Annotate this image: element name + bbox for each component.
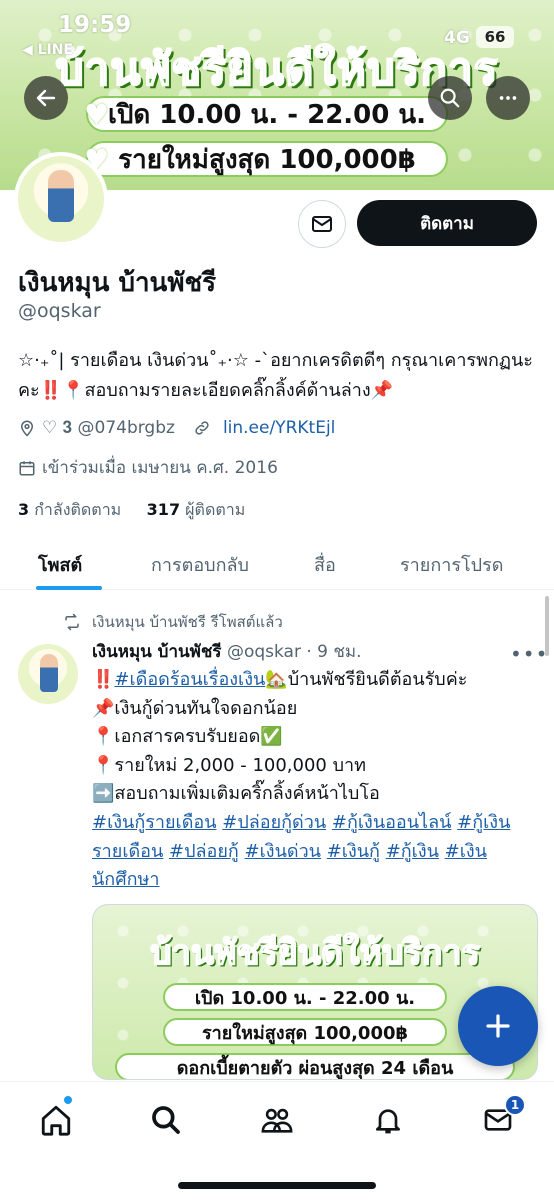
banner-max-amount-text: รายใหม่สูงสุด 100,000฿ (118, 144, 416, 175)
battery-indicator: 66 (476, 26, 514, 48)
banner-hours-text: เปิด 10.00 น. - 22.00 น. (107, 99, 427, 130)
post-line: 📍รายใหม่ 2,000 - 100,000 บาท (92, 752, 538, 781)
location-icon (20, 420, 34, 437)
post-image-max-amount: รายใหม่สูงสุด 100,000฿ (163, 1018, 447, 1046)
nav-search[interactable] (146, 1100, 186, 1140)
link-icon (195, 421, 209, 435)
repost-icon (65, 613, 79, 631)
bottom-nav: 1 (0, 1081, 554, 1200)
hashtag-link[interactable]: #ปล่อยกู้ (169, 841, 239, 862)
follow-button[interactable]: ติดตาม (357, 200, 537, 246)
search-button[interactable] (428, 76, 472, 120)
post-line-emoji: ➡️ (92, 783, 115, 805)
post-header: เงินหมุน บ้านพัชรี @oqskar · 9 ชม. (92, 638, 362, 665)
search-icon (152, 1106, 180, 1134)
profile-avatar[interactable] (14, 152, 108, 246)
profile-location: ♡ 𝟑 @074brgbz (42, 418, 175, 438)
more-button[interactable] (486, 76, 530, 120)
avatar-person (48, 170, 74, 222)
repost-label: เงินหมุน บ้านพัชรี รีโพสต์แล้ว (92, 613, 283, 631)
communities-icon (261, 1108, 293, 1133)
profile-joined-date: เข้าร่วมเมื่อ เมษายน ค.ศ. 2016 (42, 458, 278, 478)
following-link[interactable]: 3 กำลังติดตาม (18, 500, 121, 519)
nav-home[interactable] (36, 1100, 76, 1140)
banner-max-amount: ♥ รายใหม่สูงสุด 100,000฿ (84, 141, 448, 177)
avatar-image (18, 156, 104, 242)
heart-icon: ♥ (84, 97, 110, 131)
tab-posts[interactable]: โพสต์ (38, 550, 82, 579)
hashtag-link[interactable]: #กู้เงินออนไลน์ (332, 812, 452, 833)
home-unread-dot (64, 1096, 72, 1104)
hashtag-link[interactable]: #ปล่อยกู้ด่วน (222, 812, 326, 833)
following-count: 3 (18, 500, 30, 519)
calendar-icon (19, 460, 35, 475)
post-line: 📌เงินกู้ด่วนทันใจดอกน้อย (92, 695, 538, 724)
hashtag-link[interactable]: #เดือดร้อนเรื่องเงิน (114, 669, 265, 690)
post-line-emoji: 📌 (92, 697, 115, 719)
post-image-hours: เปิด 10.00 น. - 22.00 น. (163, 983, 447, 1011)
active-tab-indicator (36, 586, 102, 590)
profile-tabs: โพสต์ การตอบกลับ สื่อ รายการโปรด (0, 536, 554, 590)
mail-icon (312, 216, 332, 232)
tab-likes[interactable]: รายการโปรด (400, 550, 503, 579)
nav-notifications[interactable] (368, 1100, 408, 1140)
post-hashtags: #เงินกู้รายเดือน #ปล่อยกู้ด่วน #กู้เงินอ… (92, 809, 538, 895)
hashtag-link[interactable]: #กู้เงิน (386, 841, 439, 862)
post-line: ‼️#เดือดร้อนเรื่องเงิน🏡บ้านพัชรียินดีต้อ… (92, 666, 538, 695)
scrollbar[interactable] (545, 596, 549, 656)
hashtag-link[interactable]: #เงินด่วน (245, 841, 321, 862)
compose-post-button[interactable] (458, 986, 538, 1066)
post-line-text: รายใหม่ 2,000 - 100,000 บาท (114, 754, 367, 776)
post-more-icon[interactable]: ••• (510, 642, 548, 666)
notifications-icon (376, 1109, 400, 1134)
post-line-emoji: 📍 (92, 726, 115, 748)
status-time: 19:59 (58, 12, 132, 38)
profile-meta-joined: เข้าร่วมเมื่อ เมษายน ค.ศ. 2016 (18, 454, 278, 481)
followers-label: ผู้ติดตาม (185, 500, 246, 519)
tab-replies[interactable]: การตอบกลับ (151, 550, 249, 579)
hashtag-link[interactable]: #เงินกู้รายเดือน (92, 812, 217, 833)
back-button[interactable] (24, 76, 68, 120)
post-handle-time: @oqskar · 9 ชม. (226, 642, 362, 662)
profile-bio: ☆·₊˚| รายเดือน เงินด่วน˚₊·☆ -`อยากเครดิต… (18, 350, 533, 401)
post-line-emoji: 📍 (92, 754, 115, 776)
banner-hours: ♥ เปิด 10.00 น. - 22.00 น. (84, 96, 448, 132)
post-author-avatar[interactable] (18, 644, 78, 704)
post-line-text: สอบถามเพิ่มเติมคริ๊กลิ้งค์หน้าไบโอ (114, 783, 380, 805)
profile-meta-location-website: ♡ 𝟑 @074brgbz lin.ee/YRKtEjl (18, 418, 335, 438)
home-icon (41, 1105, 71, 1136)
profile-display-name: เงินหมุน บ้านพัชรี (18, 268, 217, 298)
avatar-person (40, 654, 58, 692)
plus-icon (486, 1014, 510, 1038)
post-line-text: เงินกู้ด่วนทันใจดอกน้อย (114, 697, 298, 719)
profile-handle: @oqskar (18, 300, 101, 322)
message-button[interactable] (298, 200, 346, 248)
home-indicator (178, 1182, 376, 1189)
post-line: 📍เอกสารครบรับยอด✅ (92, 723, 538, 752)
post-line-emoji: ‼️ (92, 669, 115, 690)
following-label: กำลังติดตาม (34, 500, 122, 519)
status-bar: 19:59 ◀ LINE 4G 66 (0, 0, 554, 60)
post-author-name[interactable]: เงินหมุน บ้านพัชรี (92, 642, 222, 662)
followers-link[interactable]: 317 ผู้ติดตาม (147, 500, 246, 519)
search-icon (440, 88, 460, 108)
post-text: ‼️#เดือดร้อนเรื่องเงิน🏡บ้านพัชรียินดีต้อ… (92, 666, 538, 895)
post-line-text: 🏡บ้านพัชรียินดีต้อนรับค่ะ (265, 669, 468, 690)
more-horizontal-icon (499, 96, 517, 100)
back-to-app-link[interactable]: ◀ LINE (22, 42, 73, 58)
tab-media[interactable]: สื่อ (314, 550, 336, 579)
arrow-left-icon (36, 89, 56, 107)
network-indicator: 4G (444, 28, 470, 48)
repost-indicator: เงินหมุน บ้านพัชรี รีโพสต์แล้ว (62, 610, 283, 634)
profile-website-link[interactable]: lin.ee/YRKtEjl (223, 418, 335, 438)
followers-count: 317 (146, 500, 181, 519)
nav-communities[interactable] (257, 1100, 297, 1140)
follow-stats: 3 กำลังติดตาม 317 ผู้ติดตาม (18, 498, 245, 523)
post-line-text: เอกสารครบรับยอด✅ (114, 726, 283, 748)
post-image-title: บ้านพัชรียินดีให้บริการ (149, 932, 480, 974)
post-line: ➡️สอบถามเพิ่มเติมคริ๊กลิ้งค์หน้าไบโอ (92, 780, 538, 809)
messages-badge: 1 (504, 1094, 526, 1116)
post-image-interest: ดอกเบี้ยตายตัว ผ่อนสูงสุด 24 เดือน (115, 1053, 515, 1079)
hashtag-link[interactable]: #เงินกู้ (327, 841, 380, 862)
